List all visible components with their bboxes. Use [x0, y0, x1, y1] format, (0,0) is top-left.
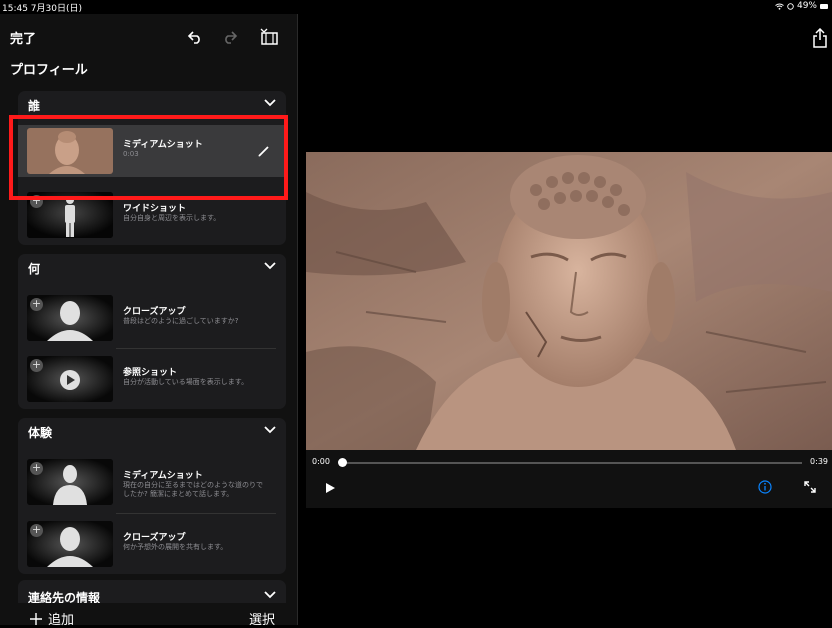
shot-description: 現在の自分に至るまではどのような道のりでしたか? 簡潔にまとめて話します。 [123, 481, 263, 498]
project-settings-icon[interactable] [258, 26, 280, 48]
plus-icon [30, 612, 42, 625]
shot-item[interactable]: + クローズアップ 何か予想外の展開を共有します。 [18, 518, 286, 570]
status-time: 15:45 7月30日(日) [2, 4, 82, 14]
medium-shot-placeholder: + [27, 459, 113, 505]
expand-icon[interactable] [803, 480, 817, 494]
playback-controls: 0:00 0:39 [306, 450, 832, 508]
redo-icon[interactable] [219, 26, 241, 48]
shot-title: ミディアムショット [123, 471, 203, 481]
shot-description: 自分が活動している場面を表示します。 [123, 378, 249, 386]
section-title: 誰 [28, 99, 41, 113]
closeup-placeholder: + [27, 521, 113, 567]
sidebar-toolbar: 完了 [0, 14, 297, 52]
battery-percent: 49% [796, 1, 817, 11]
end-time: 0:39 [810, 457, 828, 466]
done-button[interactable]: 完了 [10, 28, 36, 47]
section-title: 体験 [28, 426, 53, 440]
section-header[interactable]: 誰 [18, 91, 286, 117]
wifi-icon [775, 3, 784, 10]
add-button[interactable]: 追加 [30, 609, 74, 628]
current-time: 0:00 [312, 457, 330, 466]
plus-icon: + [30, 461, 43, 475]
shot-description: 何か予想外の展開を共有します。 [123, 543, 228, 551]
add-label: 追加 [48, 613, 75, 628]
shot-item[interactable]: + 参照ショット 自分が活動している場面を表示します。 [18, 353, 286, 405]
section-header[interactable]: 体験 [18, 418, 286, 444]
orientation-lock-icon [787, 2, 794, 10]
shot-description: 普段はどのように過ごしていますか? [123, 317, 239, 325]
chevron-down-icon[interactable] [264, 591, 276, 599]
undo-icon[interactable] [184, 26, 206, 48]
shot-title: クローズアップ [123, 533, 186, 543]
selection-highlight [9, 115, 288, 200]
sidebar-bottom-bar: 追加 選択 [0, 603, 297, 628]
shot-item[interactable]: + クローズアップ 普段はどのように過ごしていますか? [18, 292, 286, 344]
share-icon[interactable] [812, 28, 828, 48]
reference-placeholder: + [27, 356, 113, 402]
play-icon[interactable] [324, 482, 336, 494]
section-title: 何 [28, 262, 41, 276]
scrubber-handle[interactable] [338, 458, 347, 467]
chevron-down-icon[interactable] [264, 426, 276, 434]
chevron-down-icon[interactable] [264, 99, 276, 107]
plus-icon: + [30, 523, 43, 537]
page-title: プロフィール [10, 63, 88, 78]
plus-icon: + [30, 358, 43, 372]
shot-title: ワイドショット [123, 204, 187, 214]
plus-icon: + [30, 297, 43, 311]
shot-item[interactable]: + ミディアムショット 現在の自分に至るまではどのような道のりでしたか? 簡潔に… [18, 456, 286, 508]
status-bar: 15:45 7月30日(日) 49% [0, 0, 832, 14]
shot-description: 自分自身と周辺を表示します。 [123, 214, 221, 222]
select-button[interactable]: 選択 [249, 609, 275, 628]
info-icon[interactable] [758, 480, 772, 494]
video-preview[interactable] [306, 152, 832, 450]
closeup-placeholder: + [27, 295, 113, 341]
section-experience: 体験 + ミディアムショット 現在の自分に至るまではどのような道のりでしたか? … [18, 418, 286, 574]
battery-icon [820, 3, 828, 9]
scrubber-track[interactable] [342, 462, 802, 464]
shot-title: クローズアップ [123, 307, 186, 317]
chevron-down-icon[interactable] [264, 262, 276, 270]
sidebar: 完了 プロフィール 誰 ミディアムショット 0:03 + ワイドショット 自分自… [0, 14, 297, 628]
section-what: 何 + クローズアップ 普段はどのように過ごしていますか? + 参照ショット 自… [18, 254, 286, 409]
shot-title: 参照ショット [123, 368, 178, 378]
section-header[interactable]: 何 [18, 254, 286, 280]
